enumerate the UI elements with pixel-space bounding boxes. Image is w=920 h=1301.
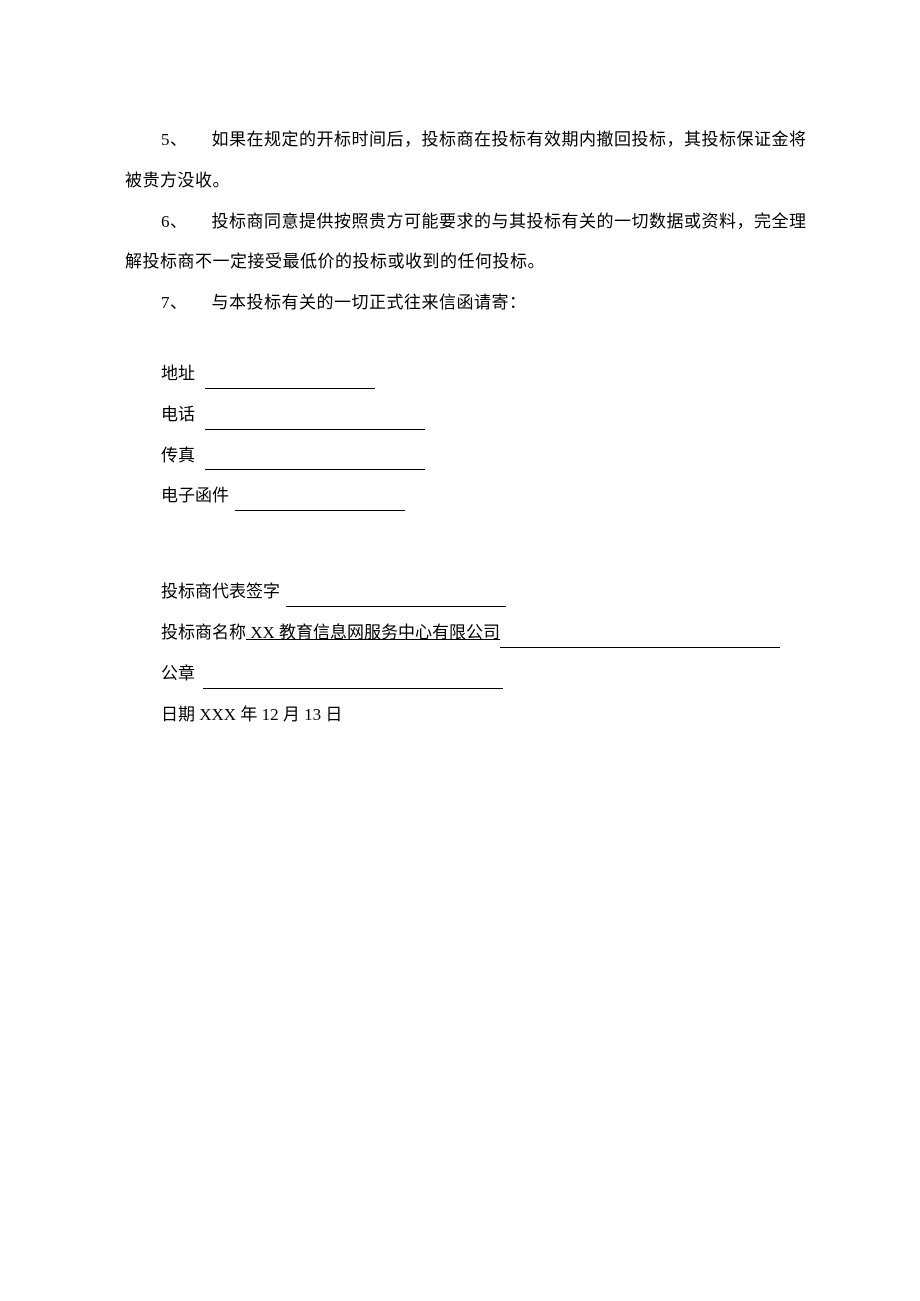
item-text: 与本投标有关的一切正式往来信函请寄： <box>212 293 527 312</box>
seal-line: 公章 <box>161 654 820 695</box>
fax-line: 传真 <box>161 436 820 477</box>
numbered-item-7: 7、 与本投标有关的一切正式往来信函请寄： <box>125 283 820 324</box>
item-number: 5、 <box>161 130 188 149</box>
address-line: 地址 <box>161 354 820 395</box>
document-body: 5、如果在规定的开标时间后，投标商在投标有效期内撤回投标，其投标保证金将被贵方没… <box>125 120 820 735</box>
numbered-item-5: 5、如果在规定的开标时间后，投标商在投标有效期内撤回投标，其投标保证金将被贵方没… <box>125 120 820 202</box>
rep-sign-line: 投标商代表签字 <box>161 572 820 613</box>
address-label: 地址 <box>161 364 195 383</box>
phone-line: 电话 <box>161 395 820 436</box>
bidder-name-line: 投标商名称 XX 教育信息网服务中心有限公司 <box>161 613 820 654</box>
item-number: 6、 <box>161 212 188 231</box>
signature-section: 投标商代表签字 投标商名称 XX 教育信息网服务中心有限公司 公章 日期 XXX… <box>125 572 820 735</box>
rep-sign-label: 投标商代表签字 <box>161 582 280 601</box>
email-field <box>235 510 405 511</box>
bidder-name-value: XX 教育信息网服务中心有限公司 <box>246 623 500 643</box>
bidder-name-label: 投标商名称 <box>161 623 246 642</box>
date-value: XXX 年 12 月 13 日 <box>195 705 342 724</box>
date-line: 日期 XXX 年 12 月 13 日 <box>161 695 820 736</box>
address-field <box>205 388 375 389</box>
fax-field <box>205 469 425 470</box>
item-text: 如果在规定的开标时间后，投标商在投标有效期内撤回投标，其投标保证金将被贵方没收。 <box>125 130 807 190</box>
item-number: 7、 <box>161 293 188 312</box>
fax-label: 传真 <box>161 446 195 465</box>
phone-field <box>205 429 425 430</box>
date-label: 日期 <box>161 705 195 724</box>
bidder-name-extra-line <box>500 647 780 648</box>
item-text: 投标商同意提供按照贵方可能要求的与其投标有关的一切数据或资料，完全理解投标商不一… <box>125 212 807 272</box>
rep-sign-field <box>286 606 506 607</box>
contact-section: 地址 电话 传真 电子函件 <box>125 354 820 517</box>
email-line: 电子函件 <box>161 476 820 517</box>
email-label: 电子函件 <box>161 486 229 505</box>
seal-field <box>203 688 503 689</box>
phone-label: 电话 <box>161 405 195 424</box>
seal-label: 公章 <box>161 664 195 683</box>
numbered-item-6: 6、投标商同意提供按照贵方可能要求的与其投标有关的一切数据或资料，完全理解投标商… <box>125 202 820 284</box>
